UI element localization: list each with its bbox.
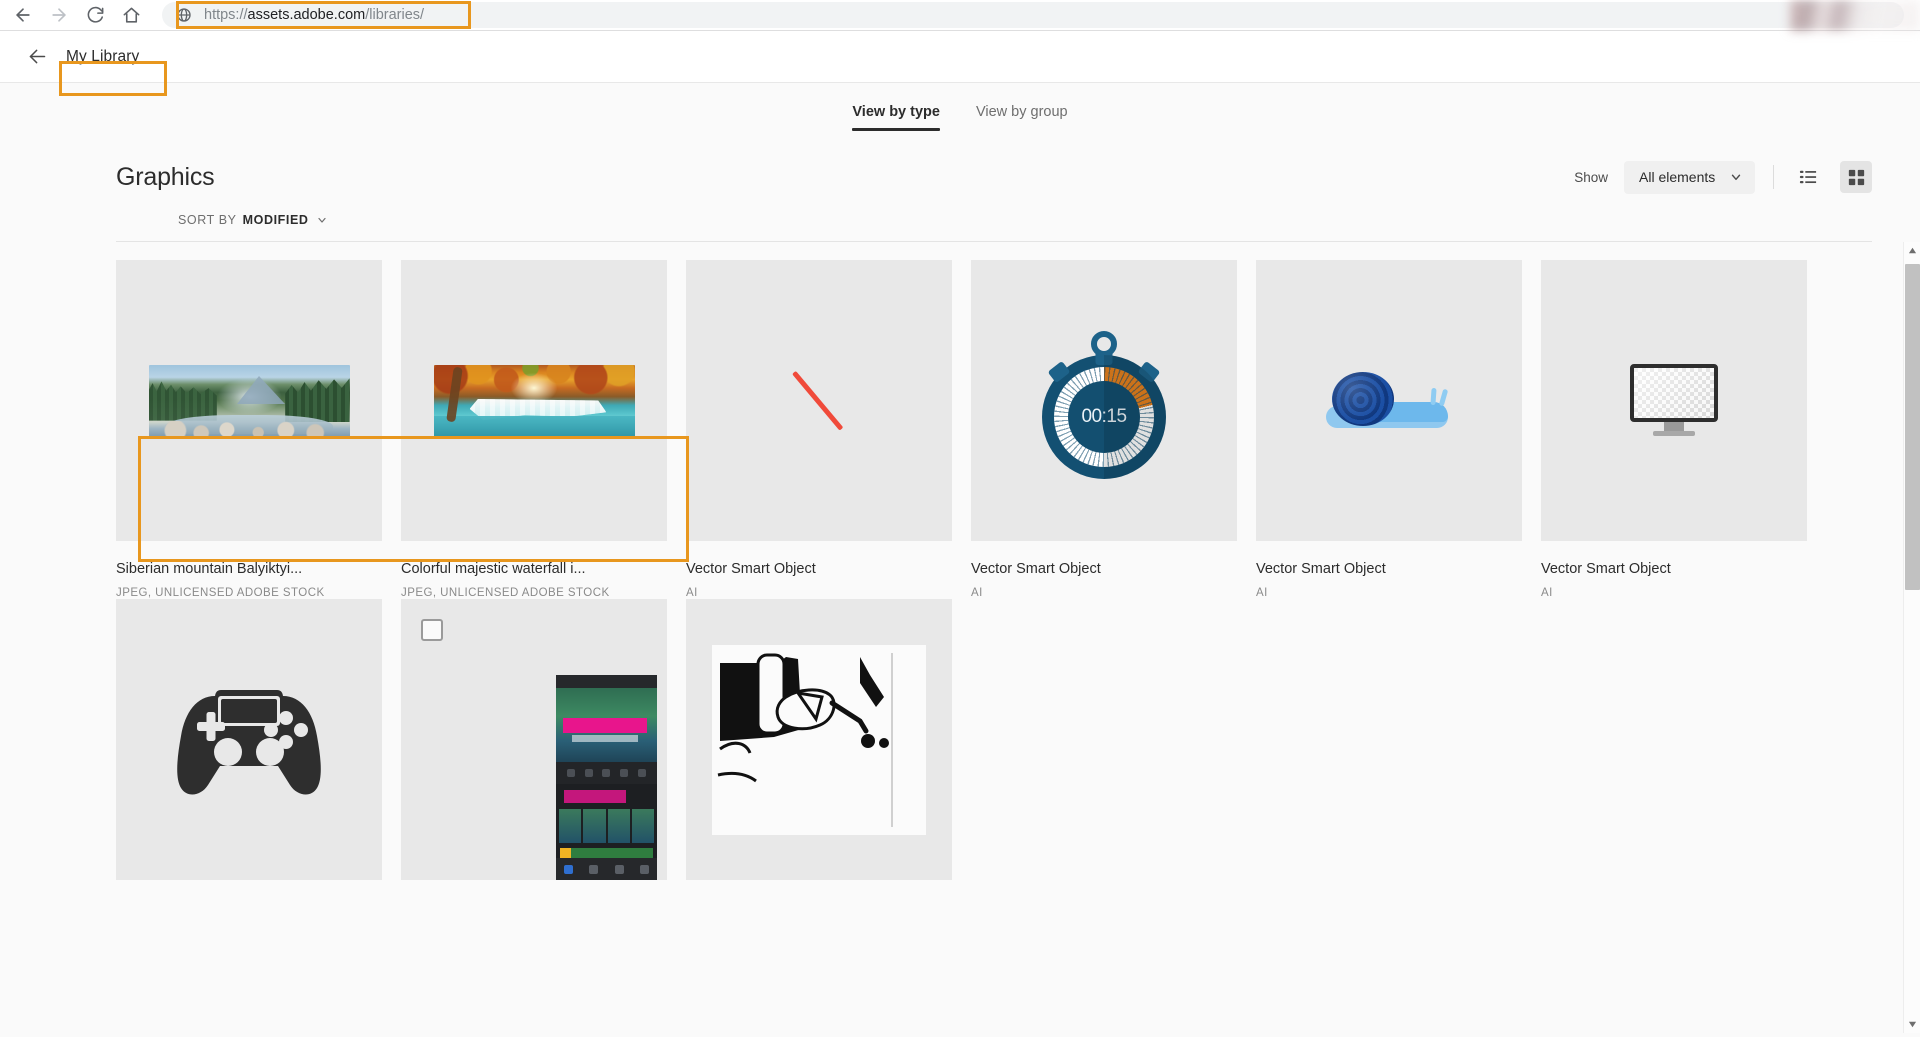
toolbar-divider — [1773, 165, 1774, 189]
url-scheme: https:// — [204, 7, 248, 23]
asset-title: Vector Smart Object — [1541, 561, 1671, 577]
asset-thumbnail[interactable] — [401, 599, 667, 880]
asset-title: Vector Smart Object — [686, 561, 816, 577]
asset-meta: AI — [1256, 587, 1268, 599]
asset-title: Colorful majestic waterfall i... — [401, 561, 586, 577]
tab-view-by-type[interactable]: View by type — [852, 104, 940, 131]
asset-card[interactable]: Vector Smart Object AI — [686, 260, 971, 599]
elements-filter-select[interactable]: All elements — [1624, 160, 1755, 194]
section-header: Graphics Show All elements — [0, 131, 1920, 201]
section-title: Graphics — [116, 162, 215, 191]
browser-toolbar: https://assets.adobe.com/libraries/ — [0, 0, 1920, 31]
asset-card[interactable]: Colorful majestic waterfall i... JPEG, U… — [401, 260, 686, 599]
list-view-icon — [1799, 170, 1817, 184]
browser-back-button[interactable] — [8, 0, 38, 30]
waterfall-photo-icon — [433, 364, 635, 437]
page-back-button[interactable] — [22, 42, 52, 72]
scrollbar-thumb[interactable] — [1905, 264, 1920, 590]
elements-filter-value: All elements — [1639, 169, 1716, 185]
asset-thumbnail[interactable]: 00:15 — [971, 260, 1237, 541]
asset-thumbnail[interactable] — [1256, 260, 1522, 541]
assets-grid: Siberian mountain Balyiktyi... JPEG, UNL… — [116, 260, 1920, 910]
asset-card[interactable]: Vector Smart Object AI — [1256, 260, 1541, 599]
asset-thumbnail[interactable] — [401, 260, 667, 541]
view-tabs: View by type View by group — [0, 83, 1920, 131]
content-area: Graphics Show All elements SORT BY MODIF… — [0, 131, 1920, 1037]
asset-thumbnail[interactable] — [116, 260, 382, 541]
asset-meta: JPEG, UNLICENSED ADOBE STOCK — [116, 587, 325, 599]
sort-by-value: MODIFIED — [242, 213, 309, 227]
chevron-down-icon — [1731, 174, 1741, 181]
asset-meta: AI — [1541, 587, 1553, 599]
red-diagonal-line-icon — [792, 374, 846, 428]
asset-title: Vector Smart Object — [1256, 561, 1386, 577]
asset-thumbnail[interactable] — [116, 599, 382, 880]
url-path: /libraries/ — [365, 7, 425, 23]
asset-meta: JPEG, UNLICENSED ADOBE STOCK — [401, 587, 610, 599]
sort-by-label: SORT BY — [178, 213, 237, 227]
asset-title: Vector Smart Object — [971, 561, 1101, 577]
chevron-down-icon — [317, 217, 326, 223]
assets-scroll-region: Siberian mountain Balyiktyi... JPEG, UNL… — [0, 242, 1920, 1033]
asset-thumbnail[interactable] — [686, 599, 952, 880]
grid-view-icon — [1848, 169, 1864, 185]
list-view-button[interactable] — [1792, 161, 1824, 193]
gamepad-icon — [177, 689, 321, 794]
sort-control[interactable]: SORT BY MODIFIED — [0, 201, 1920, 241]
scroll-up-arrow-icon[interactable] — [1904, 242, 1920, 259]
show-label: Show — [1574, 169, 1608, 185]
globe-icon — [177, 8, 191, 22]
asset-card[interactable]: 00:15 Vector Smart Object AI — [971, 260, 1256, 599]
monitor-icon — [1630, 363, 1718, 438]
address-bar[interactable]: https://assets.adobe.com/libraries/ — [162, 2, 1904, 28]
url-host: assets.adobe.com — [247, 7, 366, 23]
page-title: My Library — [66, 47, 140, 65]
url-input[interactable]: https://assets.adobe.com/libraries/ — [162, 2, 1904, 28]
scroll-down-arrow-icon[interactable] — [1904, 1016, 1920, 1033]
phone-app-mockup-icon — [556, 675, 657, 880]
asset-meta: AI — [971, 587, 983, 599]
asset-meta: AI — [686, 587, 698, 599]
asset-card[interactable] — [686, 599, 971, 910]
asset-thumbnail[interactable] — [1541, 260, 1807, 541]
vertical-scrollbar[interactable] — [1903, 242, 1920, 1033]
asset-card[interactable] — [401, 599, 686, 910]
asset-thumbnail[interactable] — [686, 260, 952, 541]
browser-reload-button[interactable] — [80, 0, 110, 30]
browser-forward-button[interactable] — [44, 0, 74, 30]
asset-select-checkbox[interactable] — [421, 619, 443, 641]
profile-area-blurred — [1790, 0, 1920, 31]
grid-view-button[interactable] — [1840, 161, 1872, 193]
library-header: My Library — [0, 31, 1920, 83]
bw-sketch-photo-icon — [712, 644, 926, 835]
stopwatch-icon: 00:15 — [1042, 330, 1166, 479]
tab-view-by-group[interactable]: View by group — [976, 104, 1068, 131]
asset-card[interactable] — [116, 599, 401, 910]
browser-home-button[interactable] — [116, 0, 146, 30]
asset-card[interactable]: Siberian mountain Balyiktyi... JPEG, UNL… — [116, 260, 401, 599]
asset-card[interactable]: Vector Smart Object AI — [1541, 260, 1826, 599]
mountain-photo-icon — [148, 364, 350, 437]
snail-icon — [1326, 370, 1452, 432]
asset-title: Siberian mountain Balyiktyi... — [116, 561, 303, 577]
